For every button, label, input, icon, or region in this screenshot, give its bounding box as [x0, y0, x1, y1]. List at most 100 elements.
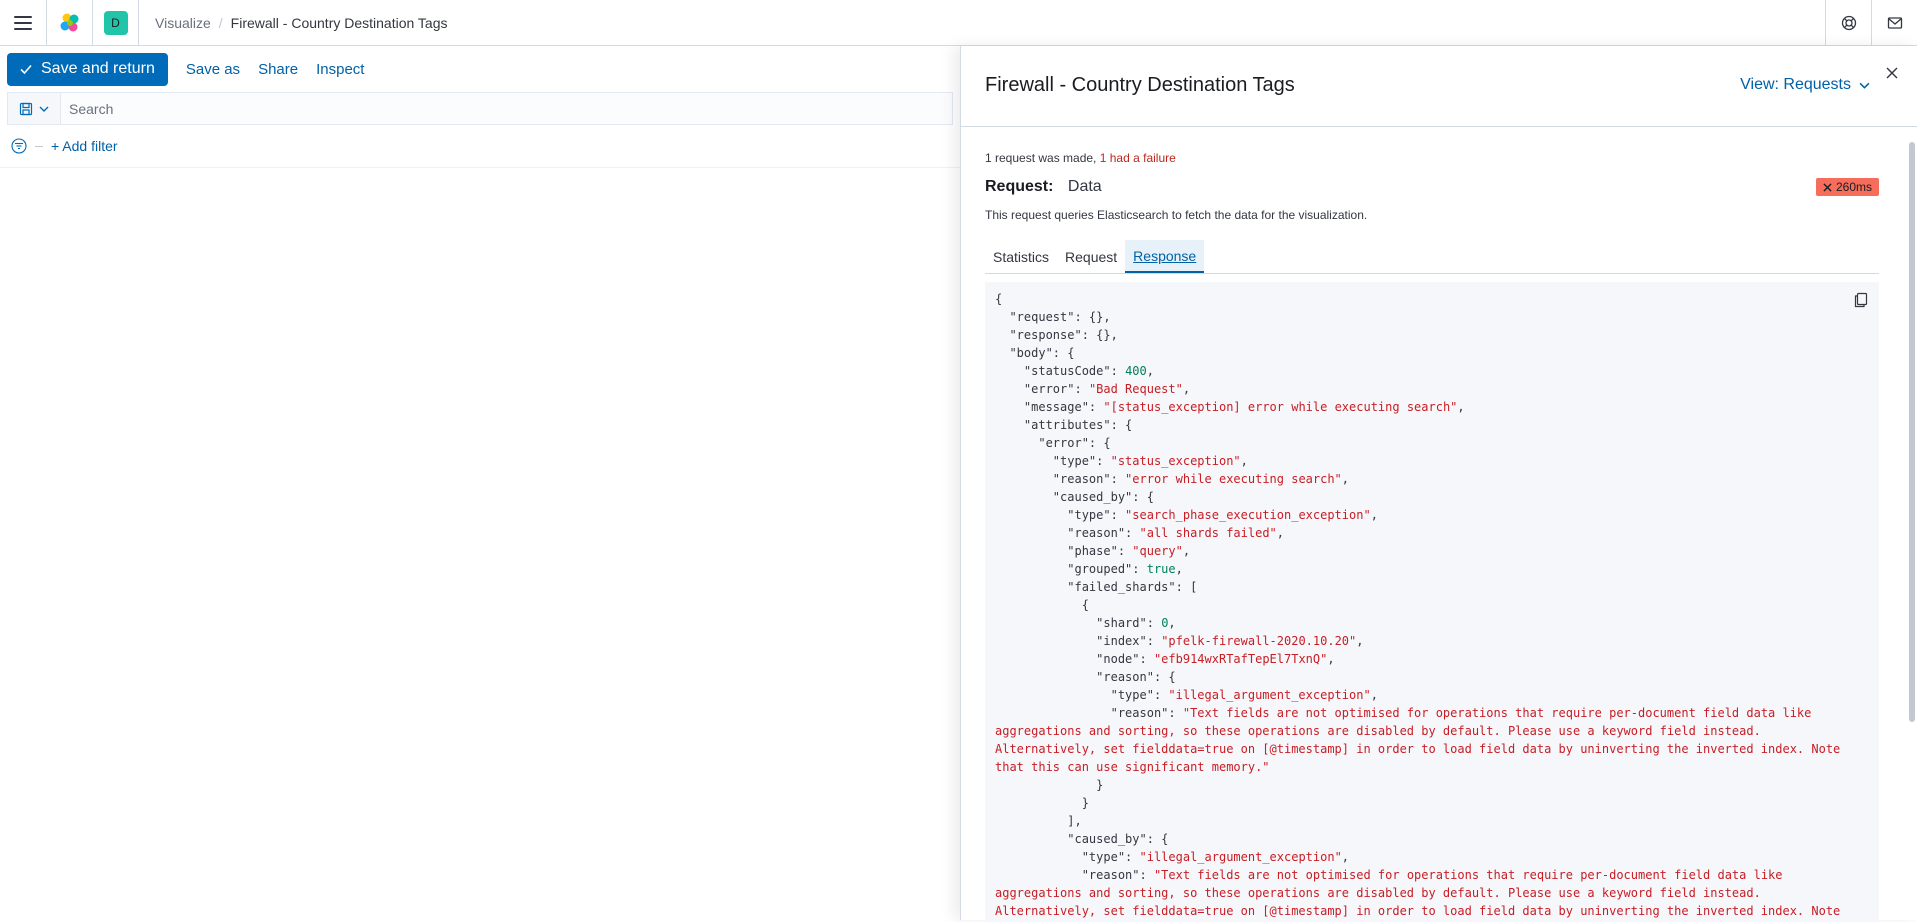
- code-line: "phase": "query",: [995, 542, 1869, 560]
- duration-badge: 260ms: [1815, 178, 1879, 196]
- tab-response[interactable]: Response: [1125, 240, 1205, 273]
- code-token: ],: [995, 814, 1082, 828]
- search-input[interactable]: Search: [61, 101, 113, 117]
- save-icon: [19, 102, 33, 115]
- hamburger-icon: [14, 15, 32, 30]
- space-avatar: D: [103, 10, 128, 35]
- response-code-block[interactable]: { "request": {}, "response": {}, "body":…: [985, 282, 1879, 922]
- flyout-header: Firewall - Country Destination Tags View…: [961, 46, 1917, 127]
- code-token: "search_phase_execution_exception": [1125, 508, 1371, 522]
- copy-icon[interactable]: [1853, 292, 1869, 308]
- code-line: "shard": 0,: [995, 614, 1869, 632]
- view-chooser-label: View: Requests: [1740, 76, 1851, 93]
- code-token: }: [995, 796, 1089, 810]
- flyout-scrollbar[interactable]: [1909, 142, 1915, 722]
- save-and-return-label: Save and return: [41, 60, 155, 77]
- code-token: "Bad Request": [1088, 382, 1183, 396]
- summary-text: 1 request was made,: [985, 151, 1097, 165]
- code-line: "failed_shards": [: [995, 578, 1869, 596]
- code-token: "reason":: [995, 706, 1183, 720]
- code-token: ,: [1168, 616, 1176, 630]
- code-token: "node":: [995, 652, 1154, 666]
- close-icon[interactable]: [1885, 66, 1899, 80]
- code-token: {: [995, 598, 1089, 612]
- cross-icon: [1823, 182, 1832, 192]
- code-token: ,: [1175, 562, 1183, 576]
- flyout-body: 1 request was made, 1 had a failure Requ…: [985, 127, 1879, 922]
- code-token: "failed_shards": [: [995, 580, 1198, 594]
- code-line: "index": "pfelk-firewall-2020.10.20",: [995, 632, 1869, 650]
- inspector-flyout: Firewall - Country Destination Tags View…: [960, 46, 1917, 922]
- code-line: that this can use significant memory.": [995, 758, 1869, 776]
- request-summary: 1 request was made, 1 had a failure: [985, 151, 1879, 165]
- code-token: "phase":: [995, 544, 1133, 558]
- code-line: aggregations and sorting, so these opera…: [995, 722, 1869, 740]
- code-token: that this can use significant memory.": [995, 760, 1270, 774]
- tab-statistics[interactable]: Statistics: [985, 240, 1057, 273]
- code-token: "body": {: [995, 346, 1075, 360]
- code-token: "error": {: [995, 436, 1111, 450]
- code-line: "type": "status_exception",: [995, 452, 1869, 470]
- code-token: "type":: [995, 454, 1111, 468]
- inspect-link[interactable]: Inspect: [316, 61, 364, 78]
- code-token: "message":: [995, 400, 1104, 414]
- code-token: "query": [1132, 544, 1183, 558]
- code-line: ],: [995, 812, 1869, 830]
- code-line: "reason": "Text fields are not optimised…: [995, 866, 1869, 884]
- code-line: }: [995, 794, 1869, 812]
- filter-bar: + Add filter: [0, 125, 960, 168]
- view-chooser-button[interactable]: View: Requests: [1740, 76, 1870, 94]
- code-line: "grouped": true,: [995, 560, 1869, 578]
- filter-divider: [35, 145, 43, 147]
- code-line: "reason": {: [995, 668, 1869, 686]
- code-token: ,: [1370, 508, 1378, 522]
- save-and-return-button[interactable]: Save and return: [7, 52, 168, 86]
- home-logo-button[interactable]: [46, 0, 92, 46]
- tab-request[interactable]: Request: [1057, 240, 1125, 273]
- code-line: "response": {},: [995, 326, 1869, 344]
- share-link[interactable]: Share: [258, 61, 298, 78]
- code-token: Alternatively, set fielddata=true on [@t…: [995, 904, 1841, 918]
- code-token: "grouped":: [995, 562, 1147, 576]
- visualize-editor: Save and return Save as Share Inspect Se…: [0, 46, 960, 920]
- code-token: "Text fields are not optimised for opera…: [1153, 868, 1783, 882]
- code-token: aggregations and sorting, so these opera…: [995, 886, 1761, 900]
- code-line: "type": "illegal_argument_exception",: [995, 848, 1869, 866]
- code-token: aggregations and sorting, so these opera…: [995, 724, 1761, 738]
- code-token: "pfelk-firewall-2020.10.20": [1161, 634, 1357, 648]
- request-tabs: Statistics Request Response: [985, 240, 1879, 274]
- menu-button[interactable]: [0, 0, 46, 46]
- code-token: ,: [1146, 364, 1154, 378]
- duration-text: 260ms: [1835, 180, 1872, 194]
- code-token: "reason":: [995, 526, 1140, 540]
- code-token: "all shards failed": [1139, 526, 1277, 540]
- failure-link: 1 had a failure: [1099, 151, 1176, 165]
- code-token: ,: [1457, 400, 1465, 414]
- breadcrumb-current: Firewall - Country Destination Tags: [230, 14, 448, 31]
- code-token: "efb914wxRTafTepEl7TxnQ": [1153, 652, 1328, 666]
- breadcrumb-visualize[interactable]: Visualize: [155, 15, 211, 31]
- help-button[interactable]: [1825, 0, 1871, 46]
- code-token: "attributes": {: [995, 418, 1133, 432]
- code-token: "reason":: [995, 472, 1126, 486]
- top-nav-menu: Save and return Save as Share Inspect: [0, 46, 960, 92]
- space-selector[interactable]: D: [92, 0, 138, 46]
- code-line: "reason": "all shards failed",: [995, 524, 1869, 542]
- code-line: "statusCode": 400,: [995, 362, 1869, 380]
- request-row: Request: Data 260ms: [985, 178, 1879, 196]
- code-token: "shard":: [995, 616, 1162, 630]
- header-actions: [1825, 0, 1917, 46]
- top-header: D Visualize / Firewall - Country Destina…: [0, 0, 1917, 46]
- code-token: "type":: [995, 688, 1169, 702]
- code-token: 400: [1125, 364, 1147, 378]
- filter-icon[interactable]: [11, 138, 27, 154]
- add-filter-button[interactable]: + Add filter: [51, 138, 118, 154]
- saved-query-button[interactable]: [8, 93, 61, 124]
- code-line: aggregations and sorting, so these opera…: [995, 884, 1869, 902]
- code-line: {: [995, 290, 1869, 308]
- code-line: "type": "illegal_argument_exception",: [995, 686, 1869, 704]
- newsfeed-button[interactable]: [1871, 0, 1917, 46]
- save-as-link[interactable]: Save as: [186, 61, 240, 78]
- code-line: "error": "Bad Request",: [995, 380, 1869, 398]
- code-token: ,: [1240, 454, 1248, 468]
